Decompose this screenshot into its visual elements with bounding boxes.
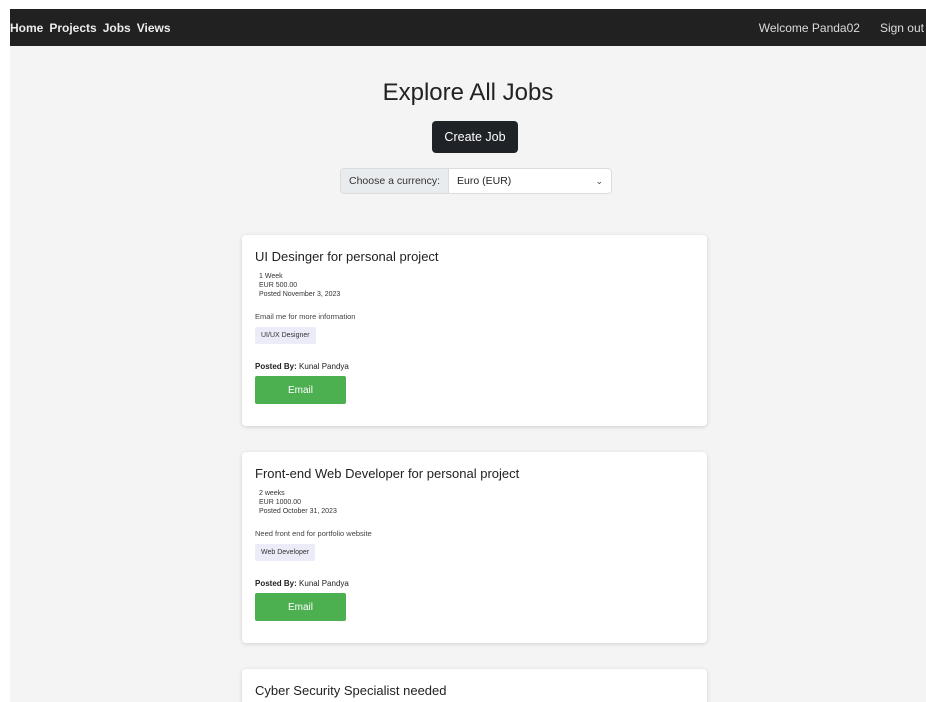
nav-jobs-link[interactable]: Jobs [100, 21, 134, 35]
posted-by-label: Posted By: [255, 362, 297, 371]
job-card: UI Desinger for personal project 1 Week … [242, 235, 707, 426]
currency-value: Euro (EUR) [457, 175, 512, 187]
job-title: Front-end Web Developer for personal pro… [255, 466, 520, 481]
currency-label: Choose a currency: [341, 169, 450, 193]
job-card: Front-end Web Developer for personal pro… [242, 452, 707, 643]
job-posted-by: Posted By: Kunal Pandya [255, 362, 694, 371]
job-posted-by: Posted By: Kunal Pandya [255, 579, 694, 588]
nav-home-link[interactable]: Home [10, 21, 46, 35]
nav-projects-link[interactable]: Projects [46, 21, 99, 35]
welcome-text: Welcome Panda02 [758, 20, 860, 35]
posted-by-label: Posted By: [255, 579, 297, 588]
job-card: Cyber Security Specialist needed [242, 669, 707, 702]
job-price: EUR 500.00 [259, 282, 298, 289]
sign-out-link[interactable]: Sign out [877, 21, 926, 35]
nav-views-link[interactable]: Views [134, 21, 174, 35]
job-price: EUR 1000.00 [259, 499, 302, 506]
job-description: Need front end for portfolio website [255, 529, 372, 538]
job-duration: 1 Week [259, 273, 283, 280]
job-duration: 2 weeks [259, 490, 285, 497]
email-button[interactable]: Email [255, 593, 346, 621]
posted-by-name: Kunal Pandya [299, 579, 349, 588]
page: Home Projects Jobs Views Welcome Panda02… [10, 9, 926, 702]
nav-links: Home Projects Jobs Views [10, 21, 174, 35]
job-tag: Web Developer [255, 544, 316, 561]
chevron-down-icon: ⌄ [595, 175, 604, 186]
job-posted-date: Posted November 3, 2023 [259, 291, 341, 298]
job-description: Email me for more information [255, 312, 356, 321]
currency-select[interactable]: Euro (EUR) ⌄ [449, 169, 611, 193]
page-title: Explore All Jobs [382, 79, 554, 106]
navbar: Home Projects Jobs Views Welcome Panda02… [10, 9, 926, 46]
posted-by-name: Kunal Pandya [299, 362, 349, 371]
email-button[interactable]: Email [255, 376, 346, 404]
create-job-button[interactable]: Create Job [432, 121, 518, 153]
job-posted-date: Posted October 31, 2023 [259, 508, 337, 515]
job-tag: UI/UX Designer [255, 327, 316, 344]
job-title: Cyber Security Specialist needed [255, 683, 447, 698]
job-title: UI Desinger for personal project [255, 249, 439, 264]
currency-selector: Choose a currency: Euro (EUR) ⌄ [340, 168, 613, 194]
nav-user: Welcome Panda02 Sign out [756, 21, 926, 35]
